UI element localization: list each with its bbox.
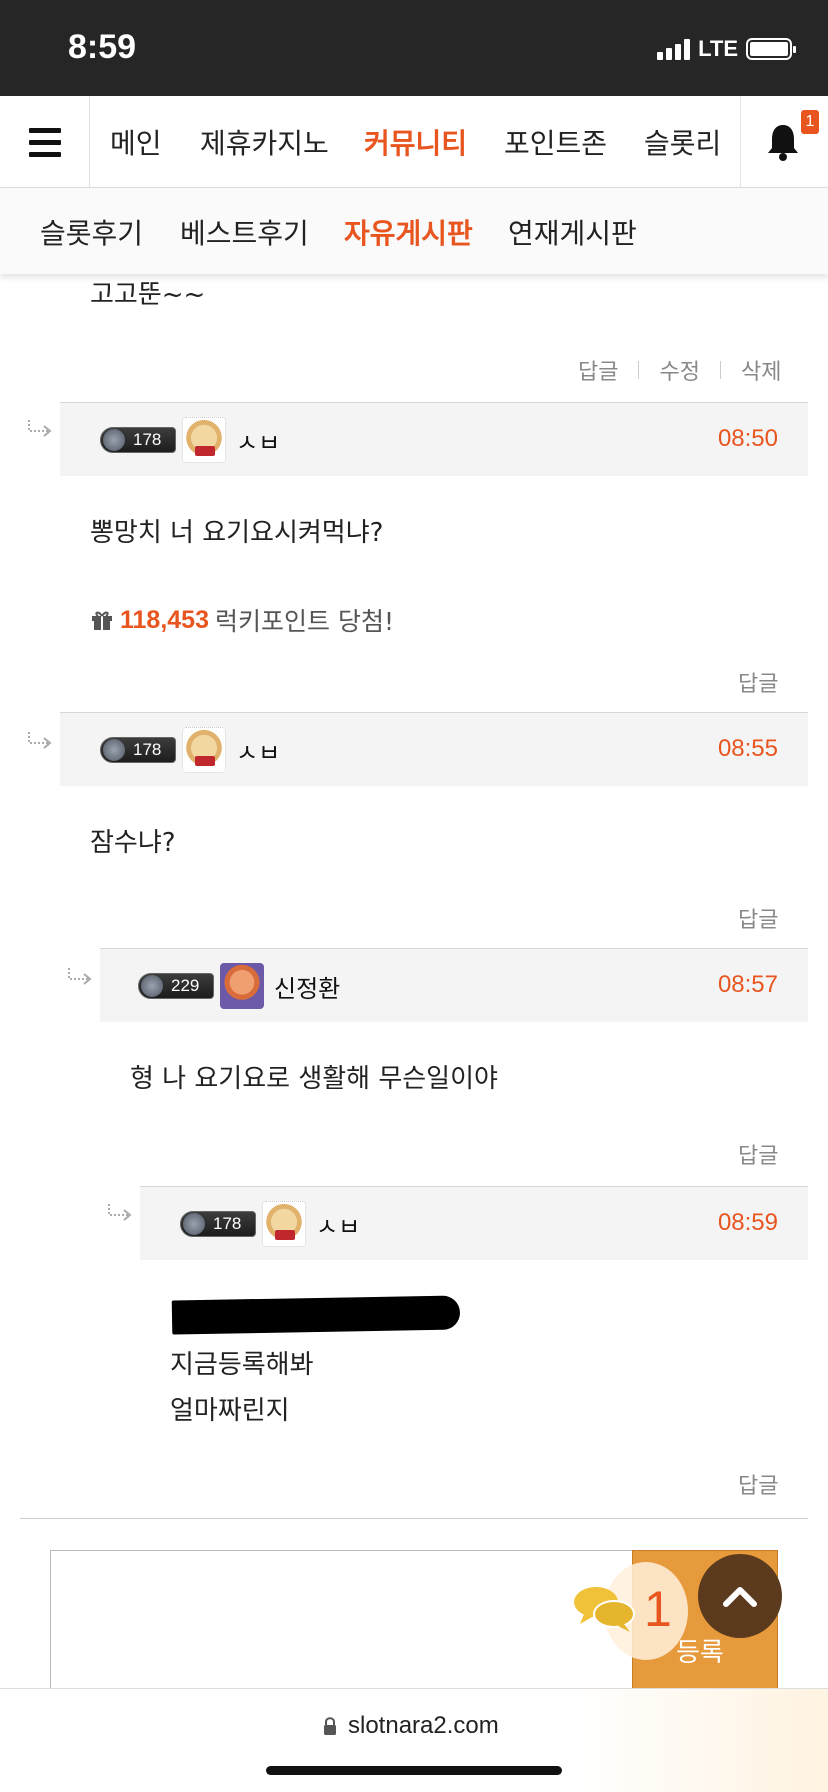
- notifications-button[interactable]: 1: [740, 96, 828, 188]
- lucky-point-amount: 118,453: [120, 605, 209, 634]
- comment-header: 178 ㅅㅂ 08:55: [60, 712, 808, 786]
- nav-point-zone[interactable]: 포인트존: [504, 122, 607, 162]
- comment-time: 08:50: [717, 425, 778, 452]
- signal-icon: [657, 38, 691, 60]
- comment-body: 뽕망치 너 요기요시켜먹냐?: [90, 518, 384, 548]
- comment-header: 178 ㅅㅂ 08:50: [60, 402, 808, 476]
- comment-count: 1: [644, 1581, 672, 1637]
- reply-button[interactable]: 답글: [738, 1468, 778, 1500]
- url-domain[interactable]: slotnara2.com: [348, 1712, 499, 1740]
- avatar[interactable]: [262, 1201, 306, 1247]
- bell-icon: [768, 125, 798, 161]
- comment-actions: 답글: [738, 902, 778, 934]
- tab-series-board[interactable]: 연재게시판: [508, 212, 637, 252]
- comment-time: 08:55: [717, 735, 778, 762]
- author-name[interactable]: ㅅㅂ: [236, 423, 280, 458]
- author-name[interactable]: ㅅㅂ: [316, 1207, 360, 1242]
- avatar[interactable]: [182, 417, 226, 463]
- comment-actions: 답글: [738, 1468, 778, 1500]
- redacted-text: [171, 1295, 461, 1335]
- home-indicator[interactable]: [266, 1766, 562, 1775]
- comment-body: 형 나 요기요로 생활해 무슨일이야: [130, 1064, 498, 1094]
- level-badge: 229: [138, 973, 214, 999]
- status-indicators: LTE: [657, 36, 796, 62]
- level-badge: 178: [180, 1211, 256, 1237]
- reply-button[interactable]: 답글: [578, 354, 618, 386]
- comment-actions: 답글 수정 삭제: [578, 354, 781, 386]
- comment-header: 178 ㅅㅂ 08:59: [140, 1186, 808, 1260]
- lucky-point-text: 럭키포인트 당첨!: [215, 607, 394, 636]
- menu-icon[interactable]: [0, 96, 90, 188]
- author-name[interactable]: ㅅㅂ: [236, 733, 280, 768]
- chevron-up-icon: [723, 1587, 757, 1607]
- divider: [20, 1518, 808, 1519]
- author-name[interactable]: 신정환: [274, 969, 340, 1004]
- level-badge: 178: [100, 427, 176, 453]
- tab-slot-review[interactable]: 슬롯후기: [40, 212, 143, 252]
- notification-badge: 1: [801, 110, 819, 134]
- network-type: LTE: [698, 36, 738, 61]
- lucky-point-notice: 118,453 럭키포인트 당첨!: [90, 602, 394, 638]
- nav-partner-casino[interactable]: 제휴카지노: [200, 122, 329, 162]
- nav-community[interactable]: 커뮤니티: [364, 122, 467, 162]
- delete-button[interactable]: 삭제: [741, 354, 781, 386]
- comment-body: 고고뚠~~: [90, 280, 206, 310]
- reply-arrow-icon: [28, 732, 52, 749]
- comment-time: 08:59: [717, 1209, 778, 1236]
- browser-url-bar[interactable]: [0, 1688, 828, 1792]
- reply-button[interactable]: 답글: [738, 1138, 778, 1170]
- battery-icon: [746, 38, 796, 60]
- reply-arrow-icon: [108, 1204, 132, 1221]
- reply-arrow-icon: [68, 968, 92, 985]
- reply-arrow-icon: [28, 420, 52, 437]
- comment-header: 229 신정환 08:57: [100, 948, 808, 1022]
- avatar[interactable]: [220, 963, 264, 1009]
- comment-list: 고고뚠~~ 답글 수정 삭제 178 ㅅㅂ 08:50 뽕망치 너 요기요시켜먹…: [0, 274, 828, 1688]
- comment-textarea[interactable]: [50, 1550, 632, 1690]
- comment-body-line: 얼마짜린지: [170, 1396, 290, 1426]
- nav-slot-story[interactable]: 슬롯리: [644, 122, 721, 162]
- main-nav: 메인 제휴카지노 커뮤니티 포인트존 슬롯리 1: [0, 96, 828, 188]
- tab-best-review[interactable]: 베스트후기: [180, 212, 309, 252]
- lock-icon: [324, 1717, 336, 1735]
- comment-time: 08:57: [717, 971, 778, 998]
- scroll-top-button[interactable]: [698, 1554, 782, 1638]
- chat-bubble-icon: [574, 1587, 635, 1632]
- comment-body-line: 지금등록해봐: [170, 1350, 314, 1380]
- tab-free-board[interactable]: 자유게시판: [344, 212, 473, 252]
- comment-body: 잠수냐?: [90, 828, 176, 858]
- gift-icon: [92, 611, 112, 630]
- comment-actions: 답글: [738, 666, 778, 698]
- avatar[interactable]: [182, 727, 226, 773]
- reply-button[interactable]: 답글: [738, 666, 778, 698]
- edit-button[interactable]: 수정: [659, 354, 699, 386]
- nav-main[interactable]: 메인: [110, 122, 162, 162]
- comment-actions: 답글: [738, 1138, 778, 1170]
- status-bar: 8:59 LTE: [0, 0, 828, 96]
- submit-label[interactable]: 등록: [676, 1632, 724, 1669]
- sub-nav: 슬롯후기 베스트후기 자유게시판 연재게시판: [0, 188, 828, 274]
- reply-button[interactable]: 답글: [738, 902, 778, 934]
- level-badge: 178: [100, 737, 176, 763]
- status-time: 8:59: [68, 28, 137, 66]
